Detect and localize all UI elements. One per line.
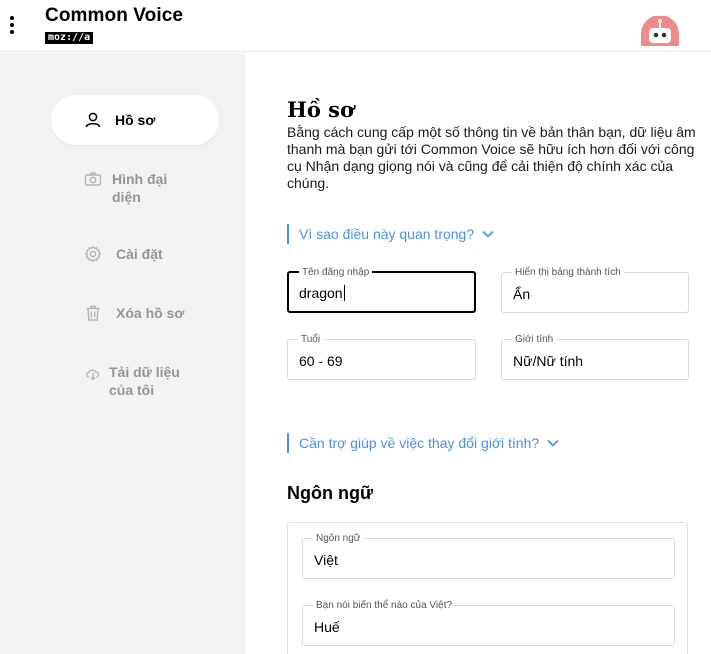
robot-avatar-icon[interactable] [641,16,679,46]
cloud-download-icon [86,369,100,381]
gender-help-label: Cần trợ giúp về việc thay đổi giới tính? [299,435,540,451]
gender-help-toggle[interactable]: Cần trợ giúp về việc thay đổi giới tính? [287,433,559,453]
user-icon [85,112,101,128]
leaderboard-visibility-select[interactable]: Hiển thị bảng thành tích Ẩn [501,267,689,313]
variant-label: Bạn nói biến thể nào của Việt? [313,600,456,611]
mozilla-badge: moz://a [45,32,94,44]
leaderboard-visibility-value: Ẩn [513,286,531,302]
languages-section-title: Ngôn ngữ [287,483,374,503]
app-root: Common Voice moz://a Hồ sơ Hình đại diện… [0,0,711,654]
sidebar-item-label: Tải dữ liệu của tôi [109,364,180,398]
why-important-toggle[interactable]: Vì sao điều này quan trọng? [287,224,494,244]
variant-value: Huế [314,619,340,635]
sidebar-item-label: Xóa hồ sơ [116,305,185,321]
language-value: Việt [314,552,338,568]
sidebar-item-settings[interactable]: Cài đặt [51,245,219,263]
sidebar-item-download-data[interactable]: Tải dữ liệu của tôi [51,363,219,399]
text-caret [343,285,345,301]
age-select[interactable]: Tuổi 60 - 69 [287,334,476,380]
sidebar-item-avatar[interactable]: Hình đại diện [51,170,219,206]
gear-icon [84,245,102,263]
sidebar: Hồ sơ Hình đại diện Cài đặt Xóa hồ sơ Tả… [0,53,245,654]
sidebar-item-label: Cài đặt [116,246,163,262]
language-label: Ngôn ngữ [313,533,364,544]
languages-box: Ngôn ngữ Việt Bạn nói biến thể nào của V… [287,522,688,654]
sidebar-item-profile[interactable]: Hồ sơ [51,95,219,145]
sidebar-item-label: Hồ sơ [115,112,156,128]
age-value: 60 - 69 [299,353,343,369]
language-select[interactable]: Ngôn ngữ Việt [302,533,675,579]
trash-icon [86,305,100,321]
age-label: Tuổi [298,334,324,345]
camera-icon [84,172,102,186]
page-title: Hồ sơ [287,97,354,122]
username-field[interactable]: Tên đăng nhập dragon [287,267,476,313]
sidebar-item-delete-profile[interactable]: Xóa hồ sơ [51,304,219,322]
brand-title: Common Voice [45,5,184,26]
gender-select[interactable]: Giới tính Nữ/Nữ tính [501,334,689,380]
gender-label: Giới tính [512,334,557,345]
chevron-down-icon [547,439,559,447]
more-menu-icon[interactable] [6,12,18,36]
username-value: dragon [299,285,343,301]
chevron-down-icon [482,230,494,238]
sidebar-item-label: Hình đại diện [112,171,168,205]
profile-description: Bằng cách cung cấp một số thông tin về b… [287,124,696,191]
top-header: Common Voice moz://a [0,0,711,52]
username-label: Tên đăng nhập [299,267,373,278]
gender-value: Nữ/Nữ tính [513,353,584,369]
common-voice-logo[interactable]: Common Voice moz://a [45,5,183,45]
leaderboard-visibility-label: Hiển thị bảng thành tích [512,267,624,278]
profile-main: Hồ sơ Bằng cách cung cấp một số thông ti… [245,53,711,654]
variant-select[interactable]: Bạn nói biến thể nào của Việt? Huế [302,600,675,646]
why-important-label: Vì sao điều này quan trọng? [299,226,475,242]
